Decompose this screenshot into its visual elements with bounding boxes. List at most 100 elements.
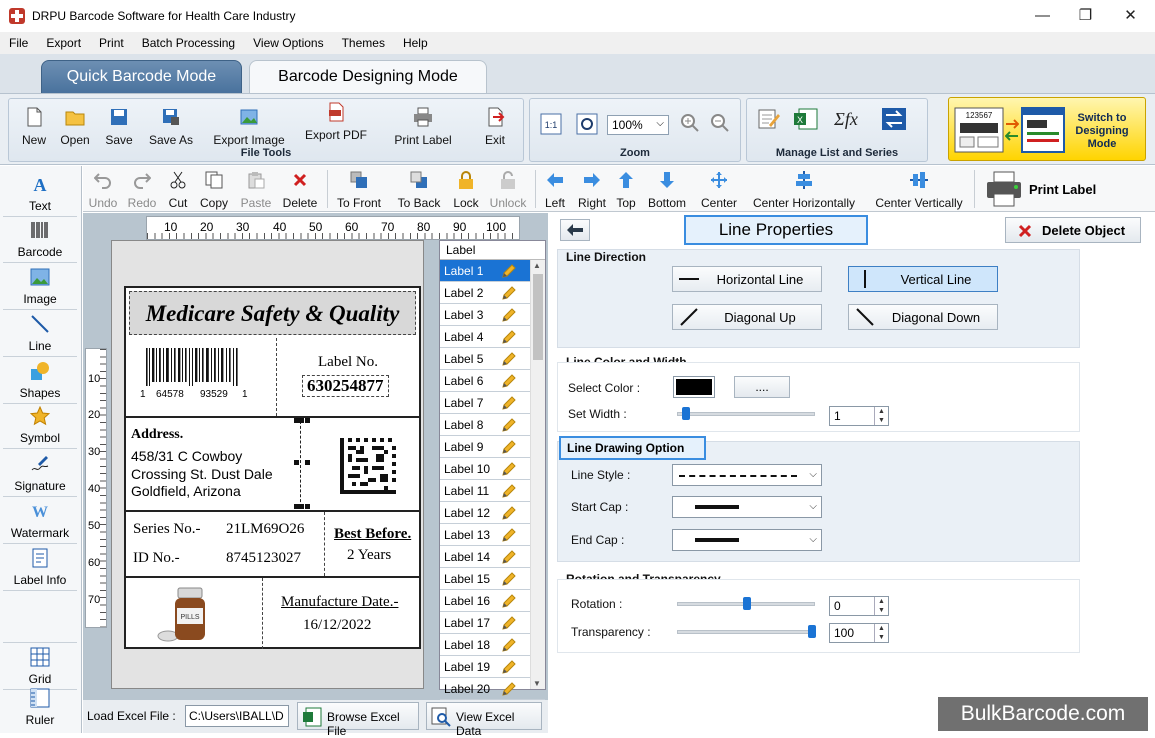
datamatrix-barcode[interactable]	[340, 438, 396, 494]
to-back-button[interactable]: To Back	[395, 171, 443, 210]
spinner-arrows-icon[interactable]: ▲ ▼	[874, 624, 888, 642]
zoom-out-button[interactable]	[710, 113, 730, 136]
pencil-edit-icon[interactable]	[502, 682, 516, 696]
rotation-slider-thumb[interactable]	[743, 597, 751, 610]
close-icon[interactable]: ✕	[1108, 0, 1153, 32]
to-front-button[interactable]: To Front	[335, 171, 383, 210]
scroll-up-icon[interactable]: ▲	[533, 261, 541, 270]
end-cap-select[interactable]: ⌵	[672, 529, 822, 551]
pencil-edit-icon[interactable]	[502, 396, 516, 410]
horizontal-line-button[interactable]: Horizontal Line	[672, 266, 822, 292]
zoom-in-button[interactable]	[680, 113, 700, 136]
tool-symbol[interactable]: Symbol	[3, 405, 77, 449]
tool-line[interactable]: Line	[3, 314, 77, 357]
export-pdf-button[interactable]: Export PDF	[301, 102, 371, 142]
pencil-edit-icon[interactable]	[502, 594, 516, 608]
tool-ruler[interactable]: Ruler	[3, 688, 77, 730]
menu-themes[interactable]: Themes	[333, 32, 394, 54]
swap-series-button[interactable]	[881, 107, 907, 134]
browse-excel-button[interactable]: Browse Excel File	[297, 702, 419, 738]
exit-button[interactable]: Exit	[477, 107, 513, 147]
menu-print[interactable]: Print	[90, 32, 133, 54]
save-as-button[interactable]: Save As	[145, 107, 197, 147]
label-header-box[interactable]: Medicare Safety & Quality	[129, 291, 416, 335]
rotation-slider[interactable]	[677, 597, 815, 610]
menu-file[interactable]: File	[0, 32, 37, 54]
label-list-scrollbar[interactable]: ▲ ▼	[530, 260, 545, 689]
tool-image[interactable]: Image	[3, 267, 77, 310]
pencil-edit-icon[interactable]	[502, 638, 516, 652]
align-top-button[interactable]: Top	[613, 171, 639, 210]
view-excel-button[interactable]: View Excel Data	[426, 702, 542, 738]
redo-button[interactable]: Redo	[125, 171, 159, 210]
maximize-icon[interactable]: ❐	[1063, 0, 1108, 32]
color-picker-button[interactable]: ....	[734, 376, 790, 398]
vertical-line-button[interactable]: Vertical Line	[848, 266, 998, 292]
pencil-edit-icon[interactable]	[502, 660, 516, 674]
best-before-value[interactable]: 2 Years	[347, 547, 391, 564]
excel-import-button[interactable]: X	[793, 107, 819, 134]
series-value[interactable]: 21LM69O26	[226, 521, 304, 538]
address-title[interactable]: Address.	[131, 427, 183, 443]
address-line[interactable]: Goldfield, Arizona	[131, 483, 241, 499]
menu-batch-processing[interactable]: Batch Processing	[133, 32, 244, 54]
width-spinner[interactable]: 1 ▲ ▼	[829, 406, 889, 426]
manufacture-title[interactable]: Manufacture Date.-	[281, 594, 398, 611]
fit-screen-button[interactable]	[576, 113, 598, 138]
center-vertically-button[interactable]: Center Vertically	[869, 171, 969, 210]
new-button[interactable]: New	[17, 107, 51, 147]
diagonal-up-button[interactable]: Diagonal Up	[672, 304, 822, 330]
open-button[interactable]: Open	[57, 107, 93, 147]
pencil-edit-icon[interactable]	[502, 352, 516, 366]
excel-path-input[interactable]: C:\Users\IBALL\D	[185, 705, 289, 727]
cut-button[interactable]: Cut	[165, 171, 191, 210]
id-value[interactable]: 8745123027	[226, 550, 301, 567]
pencil-edit-icon[interactable]	[502, 418, 516, 432]
actual-size-button[interactable]: 1:1	[540, 113, 562, 138]
transparency-spinner[interactable]: 100 ▲ ▼	[829, 623, 889, 643]
label-header-text[interactable]: Medicare Safety & Quality	[130, 301, 415, 327]
undo-button[interactable]: Undo	[87, 171, 119, 210]
color-swatch[interactable]	[673, 376, 715, 398]
pencil-edit-icon[interactable]	[502, 286, 516, 300]
manage-list-button[interactable]	[757, 107, 781, 134]
width-slider[interactable]	[677, 407, 815, 420]
unlock-button[interactable]: Unlock	[487, 171, 529, 210]
pencil-edit-icon[interactable]	[502, 462, 516, 476]
align-center-button[interactable]: Center	[697, 171, 741, 210]
label-no-title[interactable]: Label No.	[318, 354, 378, 371]
menu-view-options[interactable]: View Options	[244, 32, 332, 54]
series-label[interactable]: Series No.-	[133, 521, 201, 538]
linear-barcode[interactable]: 1 64578 93529 1	[136, 348, 256, 403]
tool-signature[interactable]: Signature	[3, 454, 77, 497]
tool-grid[interactable]: Grid	[3, 642, 77, 690]
align-right-button[interactable]: Right	[575, 171, 609, 210]
export-image-button[interactable]: Export Image	[207, 107, 291, 147]
pill-bottle-image[interactable]: PILLS	[156, 584, 220, 646]
id-label[interactable]: ID No.-	[133, 550, 180, 567]
menu-export[interactable]: Export	[37, 32, 90, 54]
line-style-select[interactable]: ⌵	[672, 464, 822, 486]
pencil-edit-icon[interactable]	[502, 550, 516, 564]
spinner-arrows-icon[interactable]: ▲ ▼	[874, 407, 888, 425]
diagonal-down-button[interactable]: Diagonal Down	[848, 304, 998, 330]
align-left-button[interactable]: Left	[541, 171, 569, 210]
pencil-edit-icon[interactable]	[502, 440, 516, 454]
tool-text[interactable]: A Text	[3, 174, 77, 217]
back-button[interactable]	[560, 219, 590, 241]
address-line[interactable]: 458/31 C Cowboy	[131, 448, 242, 464]
paste-button[interactable]: Paste	[237, 171, 275, 210]
lock-button[interactable]: Lock	[451, 171, 481, 210]
pencil-edit-icon[interactable]	[502, 506, 516, 520]
manufacture-value[interactable]: 16/12/2022	[303, 617, 371, 634]
print-label-button[interactable]: Print Label	[391, 107, 455, 147]
zoom-select[interactable]: 100% ⌵	[607, 115, 669, 135]
print-label-toolbar-button[interactable]: Print Label	[981, 170, 1139, 208]
delete-object-button[interactable]: Delete Object	[1005, 217, 1141, 243]
pencil-edit-icon[interactable]	[502, 616, 516, 630]
tab-barcode-designing-mode[interactable]: Barcode Designing Mode	[249, 60, 487, 94]
label-design[interactable]: Medicare Safety & Quality 1 64578 93529 …	[124, 286, 421, 649]
spinner-arrows-icon[interactable]: ▲ ▼	[874, 597, 888, 615]
scroll-down-icon[interactable]: ▼	[533, 679, 541, 688]
start-cap-select[interactable]: ⌵	[672, 496, 822, 518]
